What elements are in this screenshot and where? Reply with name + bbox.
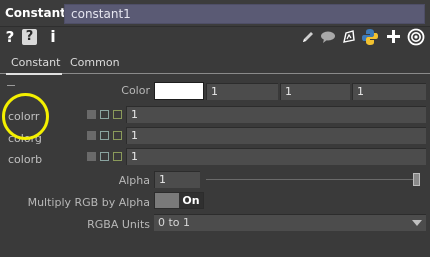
python-icon[interactable] [361, 28, 379, 46]
color-g-field[interactable]: 1 [280, 83, 350, 100]
colorb-label: colorb [8, 153, 43, 166]
multiply-rgb-toggle[interactable]: On [154, 192, 204, 209]
color-b-field[interactable]: 1 [352, 83, 426, 100]
title-bar: Constant constant1 [0, 0, 430, 27]
colorg-export-icon[interactable] [113, 131, 122, 140]
multiply-rgb-label: Multiply RGB by Alpha [27, 196, 150, 209]
toggle-state: On [179, 193, 203, 208]
colorr-field[interactable]: 1 [126, 106, 426, 123]
alpha-label: Alpha [118, 174, 150, 187]
rgba-units-dropdown[interactable]: 0 to 1 [154, 214, 426, 231]
colorg-field[interactable]: 1 [126, 127, 426, 144]
toolbar: ? ? i [0, 27, 430, 48]
tab-constant[interactable]: Constant [6, 56, 62, 75]
python-help-icon[interactable]: ? [22, 29, 37, 45]
chevron-down-icon [412, 220, 422, 226]
parameter-panel: Color 1 1 1 colorr 1 colorg 1 colorb 1 A… [0, 75, 430, 257]
colorb-keyframe-icon[interactable] [87, 152, 96, 161]
pencil-icon[interactable] [301, 30, 315, 44]
tab-common[interactable]: Common [70, 56, 130, 73]
help-icon[interactable]: ? [4, 28, 16, 46]
highlight-circle [2, 93, 49, 140]
target-icon[interactable] [407, 28, 425, 46]
comment-icon[interactable] [320, 31, 336, 43]
alpha-slider-track[interactable] [206, 179, 420, 180]
color-label: Color [121, 84, 150, 97]
color-swatch[interactable] [154, 82, 204, 100]
colorb-field[interactable]: 1 [126, 148, 426, 165]
operator-type: Constant [5, 6, 66, 20]
clone-icon[interactable] [341, 29, 357, 45]
colorb-expression-icon[interactable] [100, 152, 109, 161]
colorg-keyframe-icon[interactable] [87, 131, 96, 140]
info-icon[interactable]: i [48, 28, 58, 46]
colorr-export-icon[interactable] [113, 110, 122, 119]
alpha-field[interactable]: 1 [154, 171, 200, 188]
colorr-keyframe-icon[interactable] [87, 110, 96, 119]
color-r-field[interactable]: 1 [206, 83, 278, 100]
collapse-dash[interactable] [7, 85, 15, 86]
colorb-export-icon[interactable] [113, 152, 122, 161]
toggle-knob [155, 193, 179, 208]
alpha-slider-handle[interactable] [413, 173, 420, 186]
parameter-tabs: Constant Common [0, 54, 430, 75]
rgba-units-label: RGBA Units [87, 218, 150, 231]
operator-name-field[interactable]: constant1 [64, 4, 425, 24]
add-icon[interactable] [386, 29, 401, 44]
rgba-units-value: 0 to 1 [158, 216, 191, 229]
colorr-expression-icon[interactable] [100, 110, 109, 119]
colorg-expression-icon[interactable] [100, 131, 109, 140]
